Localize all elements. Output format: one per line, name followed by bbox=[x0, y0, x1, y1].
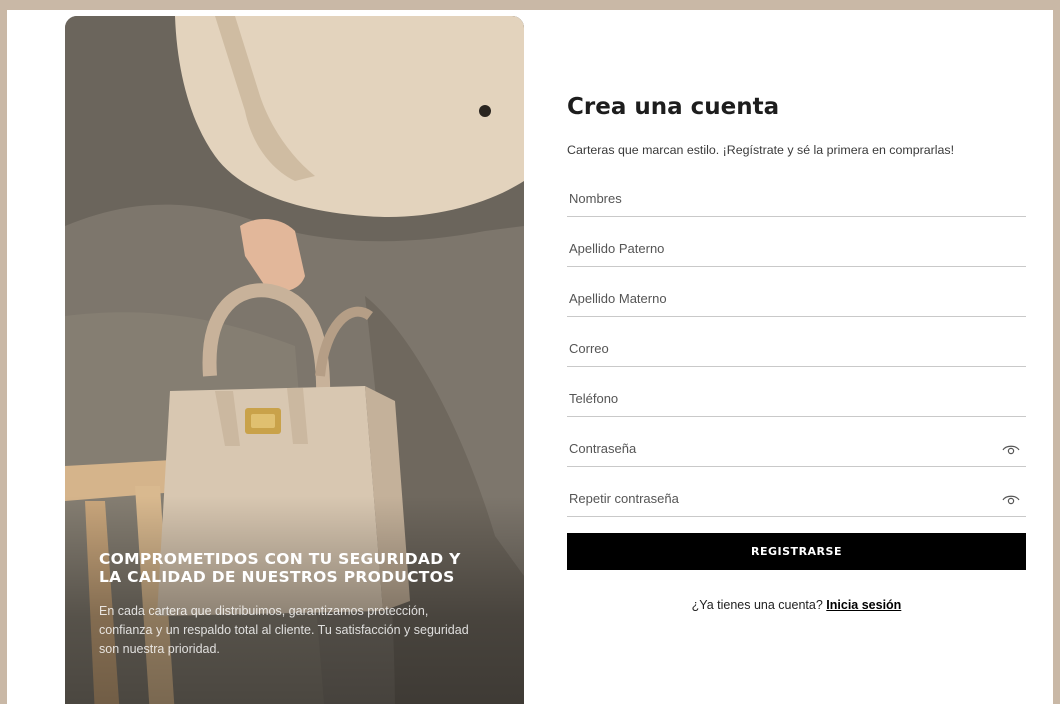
register-button[interactable]: REGISTRARSE bbox=[567, 533, 1026, 570]
login-prompt-text: ¿Ya tienes una cuenta? bbox=[691, 598, 823, 612]
maternal-surname-input[interactable] bbox=[567, 282, 989, 314]
page-frame: COMPROMETIDOS CON TU SEGURIDAD Y LA CALI… bbox=[7, 10, 1053, 704]
phone-input[interactable] bbox=[567, 382, 989, 414]
hero-text: En cada cartera que distribuimos, garant… bbox=[99, 604, 469, 656]
eye-icon[interactable] bbox=[1002, 492, 1020, 506]
password-input[interactable] bbox=[567, 432, 989, 464]
hero-heading: COMPROMETIDOS CON TU SEGURIDAD Y LA CALI… bbox=[99, 550, 461, 586]
hero-shade bbox=[65, 496, 524, 704]
first-name-input[interactable] bbox=[567, 182, 989, 214]
repeat-password-field bbox=[567, 482, 1026, 517]
paternal-surname-field bbox=[567, 232, 1026, 267]
hero-panel: COMPROMETIDOS CON TU SEGURIDAD Y LA CALI… bbox=[65, 16, 524, 704]
email-field bbox=[567, 332, 1026, 367]
first-name-field bbox=[567, 182, 1026, 217]
password-field bbox=[567, 432, 1026, 467]
phone-field bbox=[567, 382, 1026, 417]
login-prompt-row: ¿Ya tienes una cuenta? Inicia sesión bbox=[567, 598, 1026, 612]
repeat-password-input[interactable] bbox=[567, 482, 989, 514]
login-link[interactable]: Inicia sesión bbox=[826, 598, 901, 612]
email-input[interactable] bbox=[567, 332, 989, 364]
eye-icon[interactable] bbox=[1002, 442, 1020, 456]
page-subtitle: Carteras que marcan estilo. ¡Regístrate … bbox=[567, 143, 955, 157]
page-title: Crea una cuenta bbox=[567, 94, 780, 120]
signup-form: Crea una cuenta Carteras que marcan esti… bbox=[567, 10, 1037, 704]
maternal-surname-field bbox=[567, 282, 1026, 317]
paternal-surname-input[interactable] bbox=[567, 232, 989, 264]
